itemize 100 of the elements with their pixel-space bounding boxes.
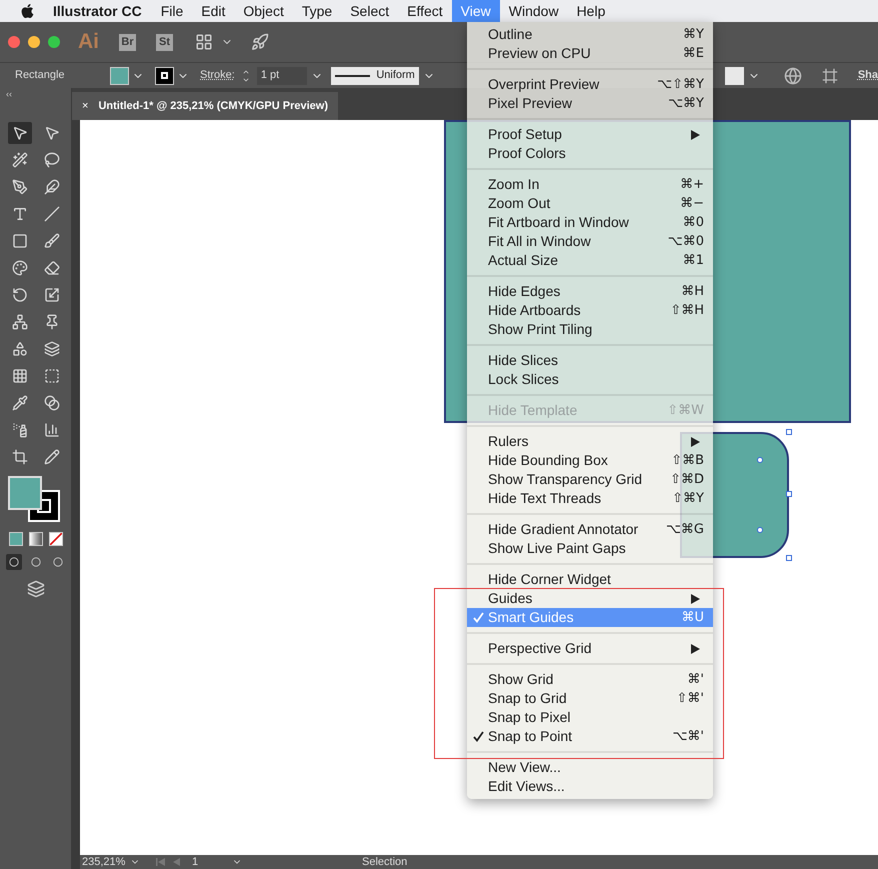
shortcut-text: ⌘0 [682, 214, 704, 232]
gradient-mode-button[interactable] [28, 532, 42, 546]
menu-item[interactable]: Proof Setup [467, 125, 713, 144]
color-mode-button[interactable] [8, 532, 22, 546]
menu-item[interactable]: Fit Artboard in Window ⌘0 [467, 213, 713, 232]
menu-title[interactable]: Edit [192, 0, 234, 22]
app-launch-button[interactable]: Br [119, 34, 136, 50]
menu-item[interactable]: Snap to Pixel [467, 708, 713, 727]
shortcut-text: ⌥⌘' [672, 728, 704, 746]
menu-item[interactable]: Show Grid ⌘' [467, 670, 713, 689]
zoom-level-field[interactable]: 235,21% [82, 854, 130, 869]
fill-swatch[interactable] [110, 66, 129, 84]
menu-title[interactable]: Object [234, 0, 293, 22]
menu-item[interactable]: Hide Gradient Annotator ⌥⌘G [467, 520, 713, 539]
close-tab-button[interactable]: × [82, 98, 88, 114]
menu-item[interactable]: Overprint Preview ⌥⇧⌘Y [467, 75, 713, 94]
feather-icon [44, 179, 60, 195]
shortcut-text: ⇧⌘W [667, 402, 704, 420]
eraser-icon [44, 260, 60, 276]
shape-link[interactable]: Sha [858, 67, 878, 84]
rotate-icon [12, 287, 28, 303]
shortcut-text: ⌘Y [683, 26, 704, 44]
menu-item[interactable]: New View... [467, 758, 713, 777]
checkmark-icon [473, 731, 484, 742]
shortcut-text: ⌥⌘0 [668, 232, 704, 251]
menu-item[interactable]: Actual Size ⌘1 [467, 251, 713, 270]
line-icon [44, 206, 60, 222]
collapse-button[interactable]: ‹‹ [6, 89, 12, 99]
menu-item[interactable]: Perspective Grid [467, 639, 713, 658]
shortcut-text: ⇧⌘D [670, 470, 704, 489]
menu-item[interactable]: Preview on CPU ⌘E [467, 44, 713, 63]
menu-item[interactable]: Hide Edges ⌘H [467, 282, 713, 301]
screen-mode-icon[interactable] [26, 580, 46, 598]
minimize-window-button[interactable] [28, 36, 40, 48]
artboard-number-field[interactable]: 1 [192, 854, 232, 869]
shapes-icon [12, 341, 28, 357]
anchor-handle[interactable] [786, 555, 792, 561]
globe-icon[interactable] [784, 66, 802, 84]
apple-logo-icon[interactable] [20, 3, 35, 19]
pen-icon [12, 179, 28, 195]
tool-button[interactable] [8, 122, 32, 144]
menu-title[interactable]: Type [292, 0, 342, 22]
workspace-icon[interactable] [195, 33, 213, 51]
anchor-handle[interactable] [786, 491, 792, 497]
crop-icon [12, 449, 28, 465]
menu-item[interactable]: Snap to Grid ⇧⌘' [467, 689, 713, 708]
menu-item[interactable]: Guides [467, 589, 713, 608]
bar-chart-icon [44, 422, 60, 438]
app-launch-button[interactable]: St [156, 34, 173, 50]
shortcut-text: ⇧⌘B [671, 452, 704, 470]
shortcut-text: ⌘U [681, 608, 704, 627]
close-window-button[interactable] [8, 36, 20, 48]
menu-item[interactable]: Hide Corner Widget [467, 570, 713, 589]
menu-item[interactable]: Show Transparency Grid ⇧⌘D [467, 470, 713, 489]
rocket-icon[interactable] [251, 33, 269, 51]
eyedropper-icon [12, 395, 28, 411]
menu-item[interactable]: Hide Artboards ⇧⌘H [467, 301, 713, 320]
transform-icon[interactable] [822, 68, 838, 84]
dashed-square-icon [44, 368, 60, 384]
shortcut-text: ⌥⌘G [666, 520, 704, 539]
menu-item[interactable]: Snap to Point ⌥⌘' [467, 727, 713, 746]
app-menu[interactable]: Illustrator CC [53, 0, 142, 22]
menu-item[interactable]: Pixel Preview ⌥⌘Y [467, 94, 713, 113]
menu-title[interactable]: Effect [398, 0, 452, 22]
stroke-profile-dropdown[interactable]: Uniform [330, 66, 419, 84]
menu-item[interactable]: Hide Bounding Box ⇧⌘B [467, 451, 713, 470]
none-mode-button[interactable] [48, 532, 62, 546]
menu-item[interactable]: Hide Text Threads ⇧⌘Y [467, 489, 713, 508]
menu-item[interactable]: Zoom In ⌘+ [467, 175, 713, 194]
stroke-swatch[interactable] [155, 66, 174, 84]
grid-icon [12, 368, 28, 384]
menu-item[interactable]: Proof Colors [467, 144, 713, 163]
menu-item[interactable]: Show Live Paint Gaps [467, 539, 713, 558]
menu-title[interactable]: Select [341, 0, 398, 22]
color-swatch[interactable] [724, 66, 744, 84]
menu-item[interactable]: Zoom Out ⌘− [467, 194, 713, 213]
menu-item[interactable]: Outline ⌘Y [467, 25, 713, 44]
shortcut-text: ⌘+ [680, 176, 704, 194]
anchor-handle[interactable] [786, 429, 792, 435]
draw-mode-button[interactable] [6, 554, 22, 570]
shortcut-text: ⇧⌘H [670, 302, 704, 320]
shortcut-text: ⌥⌘Y [668, 94, 704, 113]
menu-item[interactable]: Edit Views... [467, 777, 713, 796]
menu-item[interactable]: Lock Slices [467, 370, 713, 389]
menu-item[interactable]: Fit All in Window ⌥⌘0 [467, 232, 713, 251]
app-logo: Ai [78, 29, 99, 56]
menu-title[interactable]: File [152, 0, 192, 22]
lasso-icon [44, 152, 60, 168]
stroke-weight-field[interactable]: 1 pt [256, 66, 307, 84]
layers-icon [44, 341, 60, 357]
zoom-window-button[interactable] [48, 36, 60, 48]
pencil-icon [44, 449, 60, 465]
menu-item[interactable]: Hide Slices [467, 351, 713, 370]
menu-title[interactable]: Help [568, 0, 614, 22]
current-tool-label: Selection [362, 854, 408, 869]
menu-item[interactable]: Rulers [467, 432, 713, 451]
menu-item[interactable]: Show Print Tiling [467, 320, 713, 339]
menu-title[interactable]: Window [500, 0, 568, 22]
document-tab[interactable]: × Untitled-1* @ 235,21% (CMYK/GPU Preview) [72, 92, 338, 120]
type-icon [12, 206, 28, 222]
